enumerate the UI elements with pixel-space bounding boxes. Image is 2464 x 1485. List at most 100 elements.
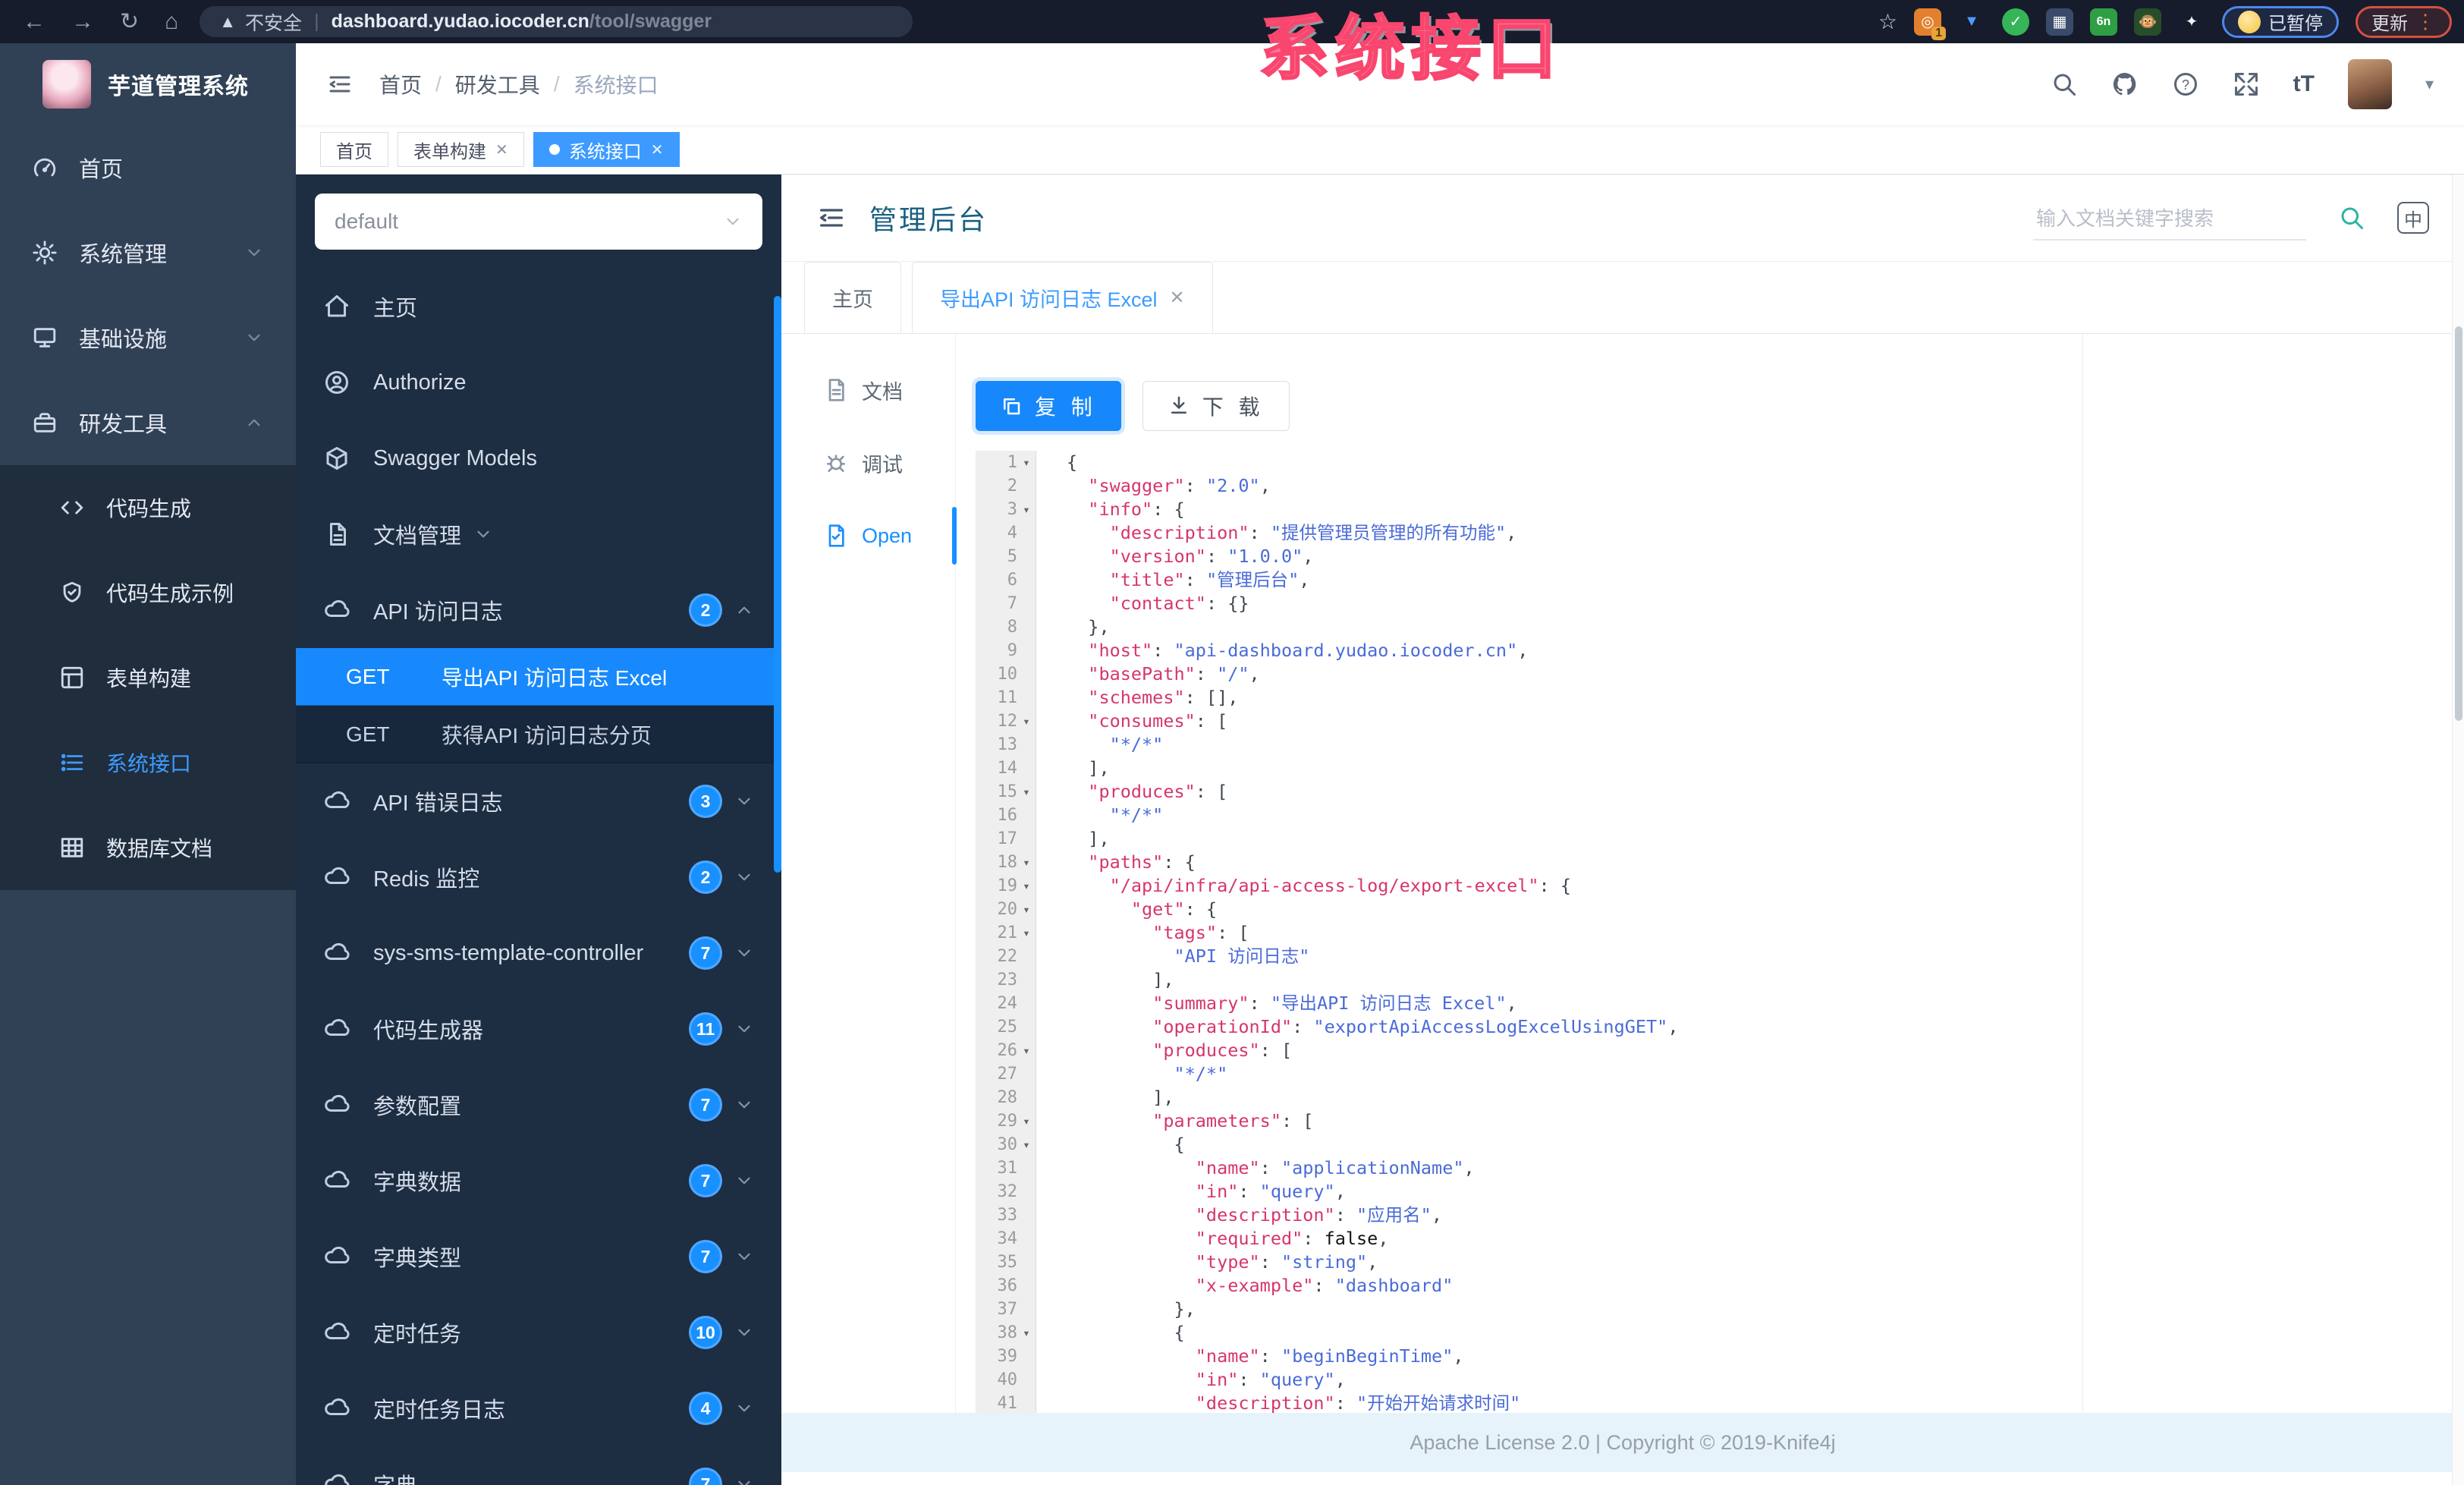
api-panel-item[interactable]: sys-sms-template-controller 7 — [296, 915, 781, 991]
font-size-icon[interactable]: tT — [2293, 71, 2315, 97]
page-scrollbar[interactable] — [2452, 175, 2464, 1485]
doc-side-item[interactable]: 文档 — [781, 354, 955, 426]
sidebar-item[interactable]: 代码生成示例 — [0, 550, 296, 635]
reload-icon[interactable]: ↻ — [120, 8, 139, 35]
code-line: 20 ▾ "get": { — [976, 898, 2464, 921]
api-panel-item[interactable]: 文档管理 — [296, 496, 781, 572]
tag-表单构建[interactable]: 表单构建 ✕ — [398, 132, 524, 167]
search-icon[interactable] — [2051, 71, 2078, 98]
code-editor[interactable]: 1 ▾{2 "swagger": "2.0", 3 ▾ "info": {4 "des… — [976, 451, 2464, 1413]
api-panel-item[interactable]: 主页 — [296, 269, 781, 345]
avatar[interactable] — [2347, 59, 2392, 109]
api-panel-item[interactable]: 定时任务 10 — [296, 1295, 781, 1370]
api-panel-item[interactable]: Swagger Models — [296, 420, 781, 496]
extension-6n-icon[interactable]: 6n — [2090, 8, 2117, 36]
fold-icon[interactable]: ▾ — [1017, 1109, 1036, 1133]
chevron-down-icon[interactable]: ▾ — [2425, 74, 2434, 94]
download-button[interactable]: 下 载 — [1142, 381, 1290, 431]
chevron-down-icon — [734, 1474, 754, 1485]
api-panel-item[interactable]: Authorize — [296, 345, 781, 420]
sidebar-item[interactable]: 基础设施 — [0, 295, 296, 380]
http-method: GET — [346, 664, 390, 688]
editor-column: 复 制 下 载 1 ▾{2 "swagger": "2.0", 3 ▾ "info":… — [956, 334, 2464, 1413]
fold-icon[interactable]: ▾ — [1017, 451, 1036, 474]
api-group-select[interactable]: default — [315, 193, 762, 250]
tag-系统接口[interactable]: 系统接口 ✕ — [533, 132, 680, 167]
doc-tab[interactable]: 导出API 访问日志 Excel ✕ — [912, 262, 1213, 333]
copy-button[interactable]: 复 制 — [976, 381, 1121, 431]
sidebar-collapse-icon[interactable] — [326, 71, 354, 98]
api-panel-item[interactable]: API 错误日志 3 — [296, 763, 781, 839]
extension-star-icon[interactable]: ✦ — [2178, 8, 2205, 36]
forward-icon[interactable]: → — [71, 9, 94, 35]
fold-icon[interactable]: ▾ — [1017, 874, 1036, 898]
scrollbar-thumb[interactable] — [2455, 326, 2462, 721]
doc-tab[interactable]: 主页 — [804, 262, 901, 333]
update-pill[interactable]: 更新 ⋮ — [2356, 5, 2452, 38]
extension-puzzle-icon[interactable]: ◎ 1 — [1914, 8, 1946, 40]
code-line: 35 "type": "string", — [976, 1251, 2464, 1274]
api-panel-item[interactable]: 定时任务日志 4 — [296, 1370, 781, 1446]
api-operation[interactable]: GET 导出API 访问日志 Excel — [296, 648, 781, 706]
fold-icon[interactable]: ▾ — [1017, 1133, 1036, 1156]
api-panel-item[interactable]: API 访问日志 2 — [296, 572, 781, 648]
fold-icon[interactable]: ▾ — [1017, 709, 1036, 733]
count-badge: 2 — [689, 860, 722, 894]
sidebar-item[interactable]: 系统管理 — [0, 210, 296, 295]
chevron-down-icon — [734, 1019, 754, 1039]
api-panel-item[interactable]: 参数配置 7 — [296, 1067, 781, 1143]
sidebar-item[interactable]: 表单构建 — [0, 635, 296, 720]
home-icon[interactable]: ⌂ — [165, 9, 178, 35]
extension-grid-icon[interactable]: ▦ — [2046, 8, 2073, 36]
breadcrumb-item[interactable]: 研发工具 — [455, 69, 540, 99]
browser-menu-icon[interactable]: ⋮ — [2415, 10, 2436, 33]
code-line: 3 ▾ "info": { — [976, 498, 2464, 521]
language-toggle[interactable]: 中 — [2397, 202, 2429, 234]
help-icon[interactable]: ? — [2172, 71, 2199, 98]
fold-icon[interactable]: ▾ — [1017, 921, 1036, 945]
close-icon[interactable]: ✕ — [495, 140, 508, 159]
sidebar-item[interactable]: 代码生成 — [0, 465, 296, 550]
fold-icon[interactable]: ▾ — [1017, 780, 1036, 804]
line-number: 19 ▾ — [976, 874, 1036, 898]
line-number: 16 — [976, 804, 1036, 827]
fold-icon[interactable]: ▾ — [1017, 851, 1036, 874]
fold-icon[interactable]: ▾ — [1017, 1039, 1036, 1062]
extension-check-icon[interactable]: ✓ — [2002, 8, 2029, 36]
sidebar-item[interactable]: 系统接口 — [0, 720, 296, 805]
close-icon[interactable]: ✕ — [651, 140, 664, 159]
brand[interactable]: 芋道管理系统 — [0, 43, 296, 125]
code-line: 1 ▾{ — [976, 451, 2464, 474]
panel-scrollbar[interactable] — [774, 296, 781, 873]
api-panel-item[interactable]: 代码生成器 11 — [296, 991, 781, 1067]
close-icon[interactable]: ✕ — [1170, 287, 1185, 309]
doc-search-input[interactable]: 输入文档关键字搜索 — [2033, 196, 2306, 241]
fold-icon[interactable]: ▾ — [1017, 898, 1036, 921]
back-icon[interactable]: ← — [23, 9, 46, 35]
collapse-menu-icon[interactable] — [816, 203, 847, 233]
api-panel-item[interactable]: 字典7 — [296, 1446, 781, 1485]
paused-pill[interactable]: 已暂停 — [2222, 5, 2339, 38]
extension-monkey-icon[interactable]: 🐵 — [2134, 8, 2161, 36]
api-panel-item[interactable]: 字典类型 7 — [296, 1219, 781, 1295]
tag-首页[interactable]: 首页 — [320, 132, 388, 167]
address-bar[interactable]: ▲ 不安全 | dashboard.yudao.iocoder.cn /tool… — [200, 6, 913, 37]
sidebar-item[interactable]: 数据库文档 — [0, 805, 296, 890]
api-operation[interactable]: GET 获得API 访问日志分页 — [296, 706, 781, 763]
fullscreen-icon[interactable] — [2233, 71, 2260, 98]
breadcrumb-item[interactable]: 首页 — [379, 69, 422, 99]
sidebar-item[interactable]: 首页 — [0, 125, 296, 210]
extension-pin-icon[interactable]: ▼ — [1958, 8, 1985, 36]
doc-side-item[interactable]: Open — [781, 499, 957, 572]
sidebar-item[interactable]: 研发工具 — [0, 380, 296, 465]
count-badge: 7 — [689, 1468, 722, 1485]
fold-icon[interactable]: ▾ — [1017, 498, 1036, 521]
code-line: 27 "*/*" — [976, 1062, 2464, 1086]
bookmark-star-icon[interactable]: ☆ — [1878, 9, 1897, 34]
fold-icon[interactable]: ▾ — [1017, 1321, 1036, 1345]
github-icon[interactable] — [2111, 71, 2139, 98]
doc-side-item[interactable]: 调试 — [781, 426, 955, 499]
search-icon[interactable] — [2338, 204, 2365, 231]
api-panel-item[interactable]: Redis 监控 2 — [296, 839, 781, 915]
api-panel-item[interactable]: 字典数据 7 — [296, 1143, 781, 1219]
